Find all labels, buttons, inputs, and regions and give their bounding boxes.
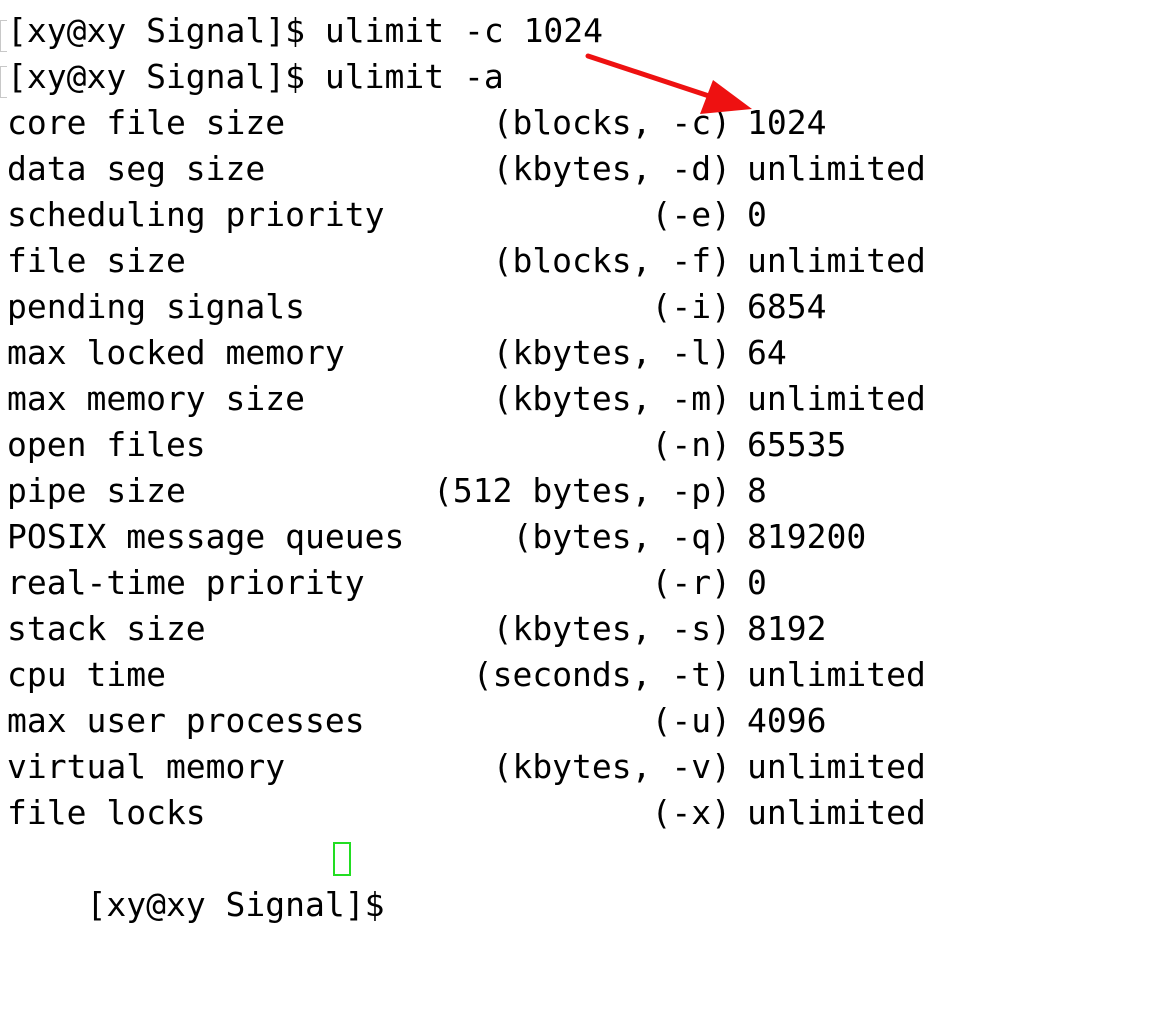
row-unit: (-x) (651, 793, 731, 832)
row-value: 4096 (747, 701, 827, 740)
row-label: cpu time (7, 655, 166, 694)
row-value: unlimited (747, 747, 926, 786)
ulimit-row: cpu time (seconds, -t) unlimited (7, 652, 1167, 698)
ulimit-row: max memory size (kbytes, -m) unlimited (7, 376, 1167, 422)
ulimit-row: max user processes (-u) 4096 (7, 698, 1167, 744)
ulimit-row: file locks (-x) unlimited (7, 790, 1167, 836)
ulimit-row: virtual memory (kbytes, -v) unlimited (7, 744, 1167, 790)
row-unit: (bytes, -q) (512, 517, 731, 556)
row-value: unlimited (747, 379, 926, 418)
ulimit-row: pending signals (-i) 6854 (7, 284, 1167, 330)
row-label: POSIX message queues (7, 517, 405, 556)
row-label: pipe size (7, 471, 186, 510)
row-label: open files (7, 425, 206, 464)
command-text: ulimit -c 1024 (324, 11, 604, 50)
row-unit: (kbytes, -l) (492, 333, 731, 372)
row-value: 6854 (747, 287, 827, 326)
row-value: 65535 (747, 425, 847, 464)
row-value: 8 (747, 471, 767, 510)
row-label: scheduling priority (7, 195, 385, 234)
clipped-previous-line (650, 0, 690, 2)
block-cursor-icon[interactable] (333, 842, 351, 876)
row-value: 819200 (747, 517, 867, 556)
prompt-line-current[interactable]: [xy@xy Signal]$ (7, 836, 407, 924)
row-value: unlimited (747, 793, 926, 832)
row-unit: (seconds, -t) (472, 655, 731, 694)
row-label: real-time priority (7, 563, 365, 602)
row-unit: (kbytes, -v) (492, 747, 731, 786)
row-value: unlimited (747, 655, 926, 694)
row-label: file size (7, 241, 186, 280)
row-unit: (-i) (651, 287, 731, 326)
row-label: core file size (7, 103, 286, 142)
row-value: unlimited (747, 241, 926, 280)
row-unit: (kbytes, -d) (492, 149, 731, 188)
row-label: max memory size (7, 379, 306, 418)
row-unit: (kbytes, -m) (492, 379, 731, 418)
command-text: ulimit -a (324, 57, 504, 96)
ulimit-row: max locked memory (kbytes, -l) 64 (7, 330, 1167, 376)
ulimit-row: real-time priority (-r) 0 (7, 560, 1167, 606)
row-unit: (blocks, -c) (492, 103, 731, 142)
row-label: data seg size (7, 149, 266, 188)
row-value: unlimited (747, 149, 926, 188)
ulimit-row: open files (-n) 65535 (7, 422, 1167, 468)
line-marker (0, 66, 7, 98)
row-value: 1024 (747, 103, 827, 142)
ulimit-row: core file size (blocks, -c) 1024 (7, 100, 1167, 146)
row-unit: (-u) (651, 701, 731, 740)
ulimit-row: data seg size (kbytes, -d) unlimited (7, 146, 1167, 192)
ulimit-row: file size (blocks, -f) unlimited (7, 238, 1167, 284)
row-unit: (-e) (651, 195, 731, 234)
row-value: 64 (747, 333, 787, 372)
line-marker (0, 20, 7, 52)
prompt-text: [xy@xy Signal]$ (7, 57, 306, 96)
terminal-window[interactable]: [xy@xy Signal]$ ulimit -c 1024 [xy@xy Si… (0, 0, 1168, 924)
prompt-line-1: [xy@xy Signal]$ ulimit -c 1024 (7, 8, 603, 54)
ulimit-row: stack size (kbytes, -s) 8192 (7, 606, 1167, 652)
ulimit-row: POSIX message queues (bytes, -q) 819200 (7, 514, 1167, 560)
row-label: virtual memory (7, 747, 286, 786)
row-label: pending signals (7, 287, 306, 326)
row-unit: (-r) (651, 563, 731, 602)
ulimit-row: scheduling priority (-e) 0 (7, 192, 1167, 238)
row-label: max locked memory (7, 333, 345, 372)
row-value: 0 (747, 195, 767, 234)
row-value: 8192 (747, 609, 827, 648)
ulimit-row: pipe size (512 bytes, -p) 8 (7, 468, 1167, 514)
row-unit: (-n) (651, 425, 731, 464)
row-label: file locks (7, 793, 206, 832)
row-unit: (512 bytes, -p) (432, 471, 731, 510)
prompt-line-2: [xy@xy Signal]$ ulimit -a (7, 54, 504, 100)
row-unit: (blocks, -f) (492, 241, 731, 280)
prompt-text: [xy@xy Signal]$ (86, 885, 385, 924)
row-value: 0 (747, 563, 767, 602)
row-unit: (kbytes, -s) (492, 609, 731, 648)
prompt-text: [xy@xy Signal]$ (7, 11, 306, 50)
row-label: max user processes (7, 701, 365, 740)
row-label: stack size (7, 609, 206, 648)
